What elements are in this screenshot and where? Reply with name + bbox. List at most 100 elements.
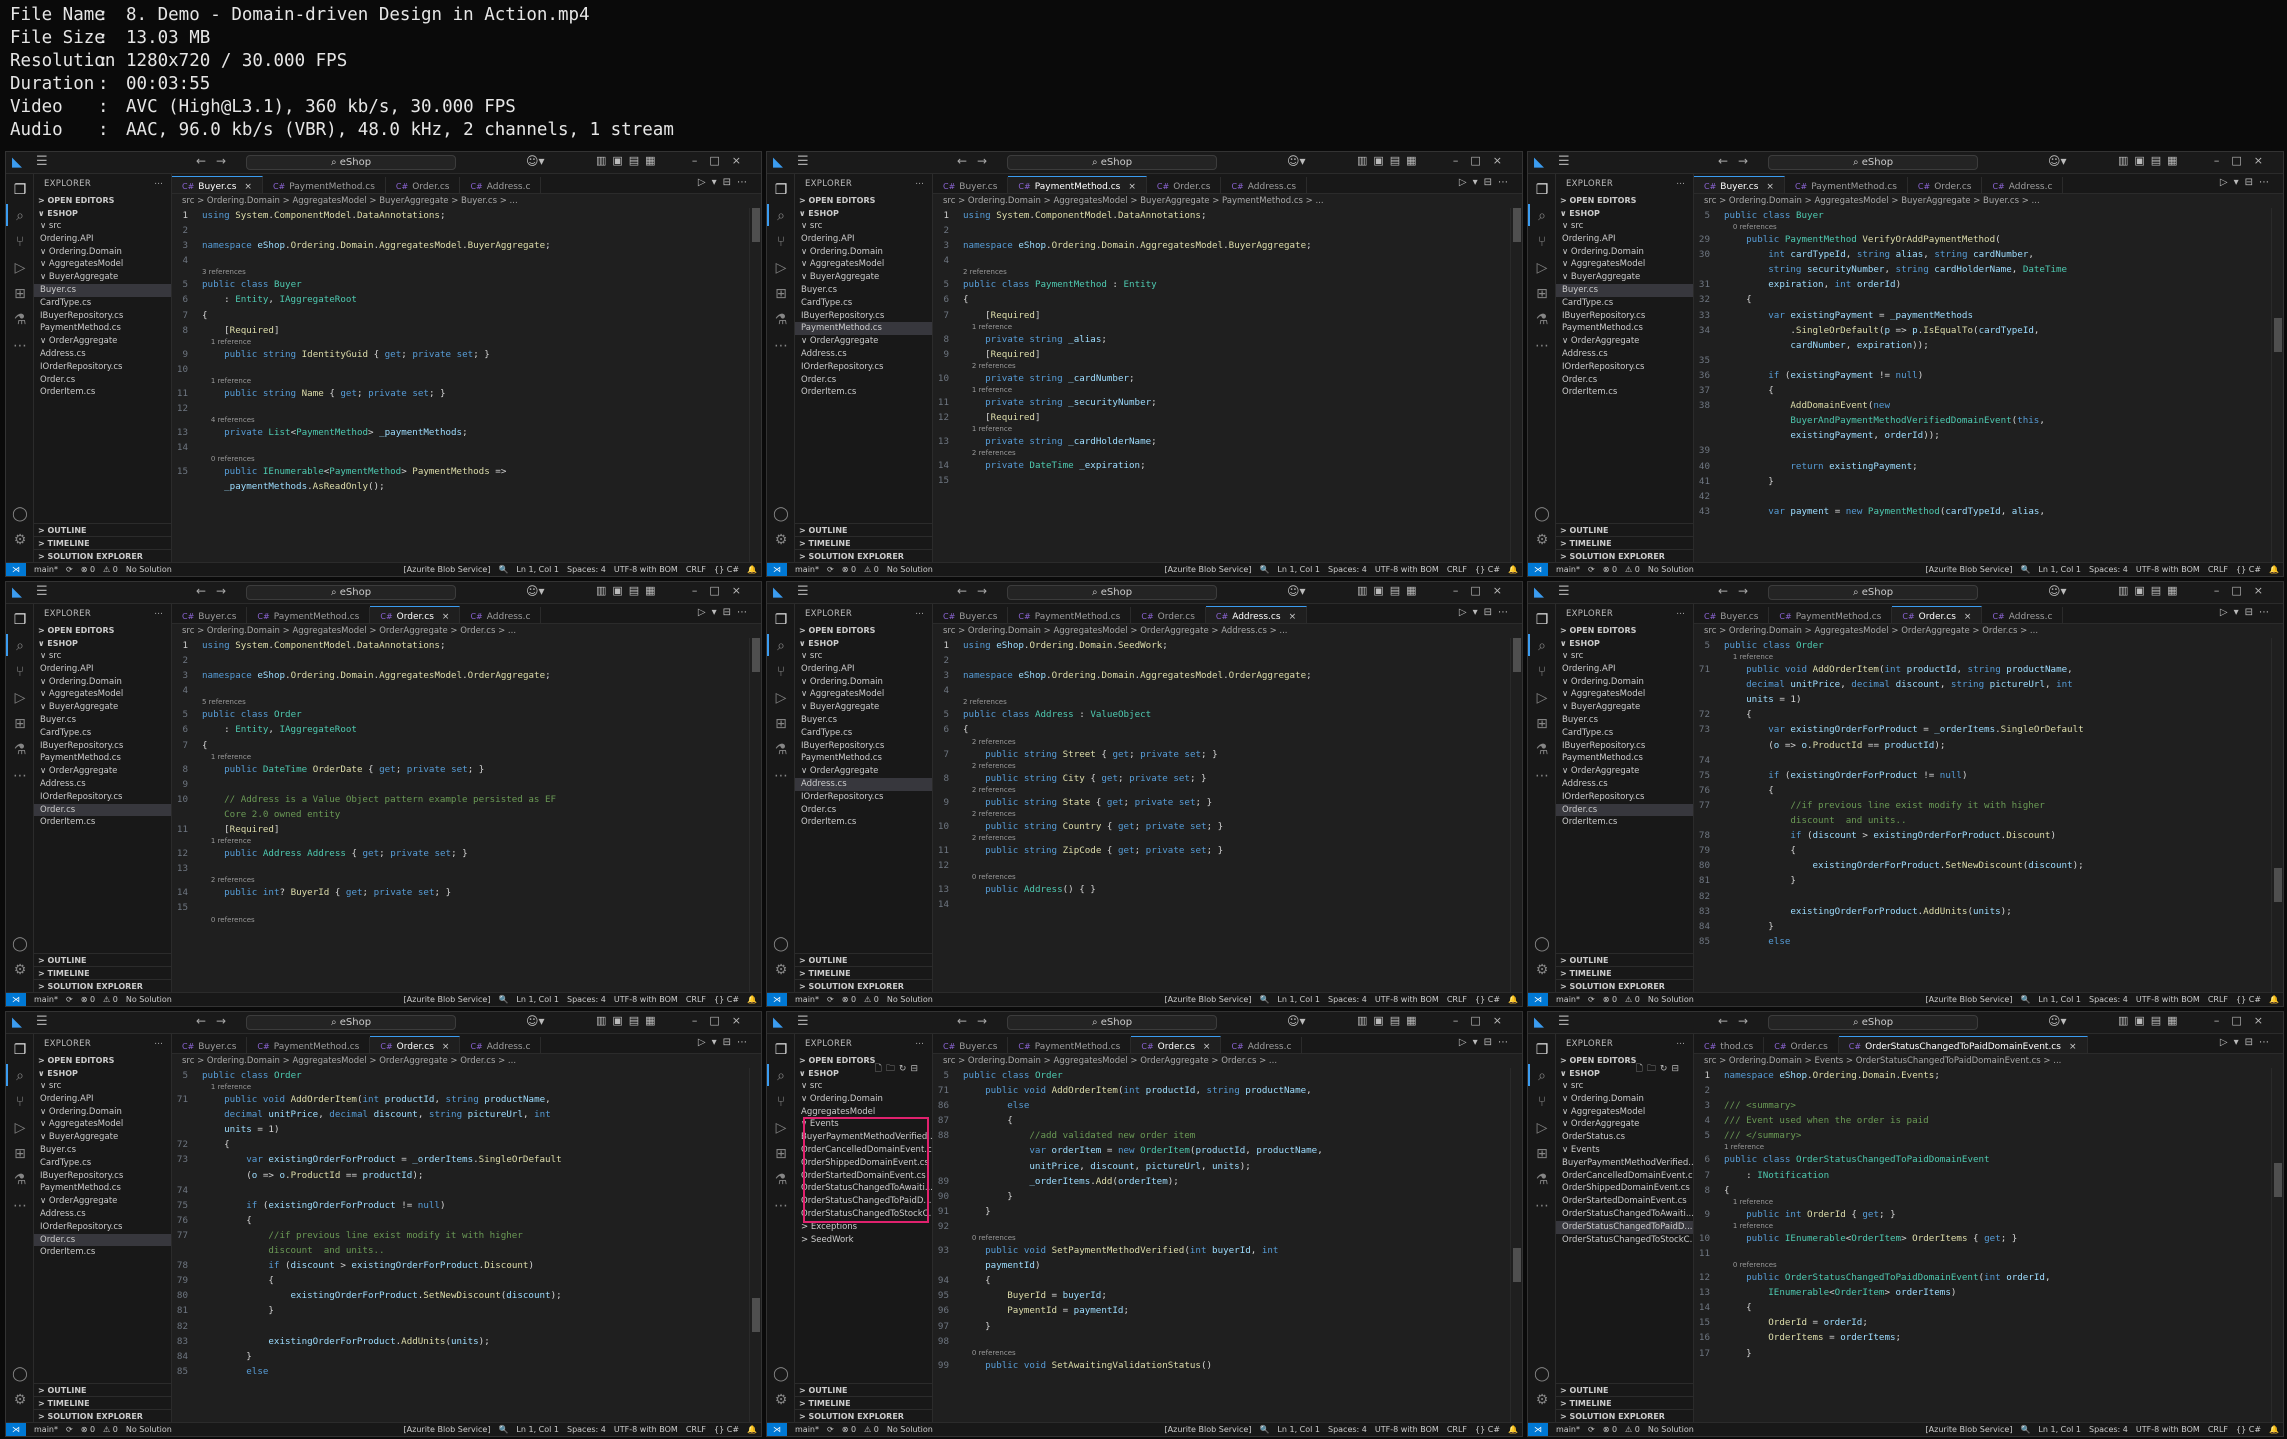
branch-status[interactable]: main* xyxy=(795,563,819,576)
code-line[interactable]: 9 [Required] xyxy=(933,347,1510,362)
codelens-references[interactable]: 1 reference xyxy=(933,386,1510,395)
codelens-references[interactable]: 1 reference xyxy=(1694,1143,2271,1152)
encoding[interactable]: UTF-8 with BOM xyxy=(614,565,678,574)
editor-actions-icon[interactable]: ▷▾⊟⋯ xyxy=(2219,607,2275,618)
tree-item[interactable]: OrderItem.cs xyxy=(1556,386,1693,399)
timeline-section[interactable]: > TIMELINE xyxy=(34,1396,171,1409)
solution-explorer-section[interactable]: > SOLUTION EXPLORER xyxy=(795,549,932,562)
notifications-icon[interactable]: 🔔 xyxy=(1508,995,1518,1004)
breadcrumb[interactable]: src > Ordering.Domain > AggregatesModel … xyxy=(1694,624,2283,638)
outline-section[interactable]: > OUTLINE xyxy=(1556,1383,1693,1396)
layout-controls-icon[interactable]: ▥▣▤▦ xyxy=(2118,1014,2184,1027)
code-line[interactable]: 99 public void SetAwaitingValidationStat… xyxy=(933,1358,1510,1373)
code-line[interactable]: 17 } xyxy=(1694,1346,2271,1361)
code-line[interactable]: 3 namespace eShop.Ordering.Domain.Aggrega… xyxy=(172,238,749,253)
tree-item[interactable]: ∨ BuyerAggregate xyxy=(795,271,932,284)
tree-item[interactable]: PaymentMethod.cs xyxy=(34,752,171,765)
cursor-position[interactable]: Ln 1, Col 1 xyxy=(1277,995,1320,1004)
gear-icon[interactable]: ⚙ xyxy=(773,1392,789,1408)
editor-tab[interactable]: C# PaymentMethod.cs xyxy=(1008,607,1132,623)
open-editors-section[interactable]: > OPEN EDITORS xyxy=(34,194,171,207)
tree-item[interactable]: IOrderRepository.cs xyxy=(34,1221,171,1234)
gear-icon[interactable]: ⚙ xyxy=(12,1392,28,1408)
code-line[interactable]: 12 public Address Address { get; private… xyxy=(172,846,749,861)
tree-item[interactable]: PaymentMethod.cs xyxy=(1556,322,1693,335)
run-debug-icon[interactable]: ▷ xyxy=(12,1120,28,1136)
editor-actions-icon[interactable]: ▷▾⊟⋯ xyxy=(1458,1037,1514,1048)
notifications-icon[interactable]: 🔔 xyxy=(2269,1425,2279,1434)
code-line[interactable]: 2 xyxy=(1694,1083,2271,1098)
code-line[interactable]: 77 //if previous line exist modify it wi… xyxy=(172,1228,749,1243)
code-line[interactable]: 12 [Required] xyxy=(933,410,1510,425)
scrollbar-thumb[interactable] xyxy=(2274,868,2282,902)
warnings-count[interactable]: ⚠ 0 xyxy=(103,563,118,576)
cursor-position[interactable]: Ln 1, Col 1 xyxy=(1277,565,1320,574)
cursor-position[interactable]: Ln 1, Col 1 xyxy=(2038,995,2081,1004)
account-icon[interactable]: ◯ xyxy=(12,1366,28,1382)
outline-section[interactable]: > OUTLINE xyxy=(34,523,171,536)
codelens-references[interactable]: 1 reference xyxy=(933,425,1510,434)
editor-tab[interactable]: C# Order.cs × xyxy=(370,1036,461,1053)
editor-tab[interactable]: C# Address.c xyxy=(1221,1037,1303,1053)
codelens-references[interactable]: 0 references xyxy=(1694,223,2271,232)
editor-tab[interactable]: C# Address.c xyxy=(460,607,542,623)
menu-icon[interactable]: ☰ xyxy=(36,1014,48,1029)
nav-arrows-icon[interactable]: ←→ xyxy=(957,584,997,598)
warnings-count[interactable]: ⚠ 0 xyxy=(864,993,879,1006)
branch-status[interactable]: main* xyxy=(34,1423,58,1436)
editor-tab[interactable]: C# Address.cs xyxy=(1221,177,1308,193)
notifications-icon[interactable]: 🔔 xyxy=(1508,565,1518,574)
editor-tab[interactable]: C# Buyer.cs xyxy=(933,607,1009,623)
editor-tab[interactable]: C# Buyer.cs xyxy=(933,177,1009,193)
tree-item[interactable]: ∨ Ordering.Domain xyxy=(795,1093,932,1106)
zoom-icon[interactable]: 🔍 xyxy=(498,1425,508,1434)
code-line[interactable]: 7 public string Street { get; private se… xyxy=(933,747,1510,762)
editor-scrollbar[interactable] xyxy=(749,638,761,992)
errors-count[interactable]: ⊗ 0 xyxy=(1603,1423,1617,1436)
run-debug-icon[interactable]: ▷ xyxy=(773,1120,789,1136)
code-line[interactable]: 5 public class Order xyxy=(1694,638,2271,653)
code-line[interactable]: 5 public class Order xyxy=(933,1068,1510,1083)
code-line[interactable]: 36 if (existingPayment != null) xyxy=(1694,368,2271,383)
command-center-search[interactable]: ⌕ eShop xyxy=(246,585,456,600)
codelens-references[interactable]: 3 references xyxy=(172,268,749,277)
tree-item[interactable]: Ordering.API xyxy=(795,233,932,246)
editor-scrollbar[interactable] xyxy=(1510,208,1522,562)
code-line[interactable]: 2 xyxy=(172,223,749,238)
code-line[interactable]: 89 _orderItems.Add(orderItem); xyxy=(933,1174,1510,1189)
code-line[interactable]: 86 else xyxy=(933,1098,1510,1113)
tree-item[interactable]: ∨ AggregatesModel xyxy=(1556,258,1693,271)
code-line[interactable]: decimal unitPrice, decimal discount, str… xyxy=(172,1107,749,1122)
tree-item[interactable]: ∨ OrderAggregate xyxy=(34,1195,171,1208)
editor-actions-icon[interactable]: ▷▾⊟⋯ xyxy=(1458,607,1514,618)
tree-item[interactable]: ∨ AggregatesModel xyxy=(34,1118,171,1131)
editor-tab[interactable]: C# Order.cs × xyxy=(370,606,461,623)
tree-item[interactable]: IBuyerRepository.cs xyxy=(795,740,932,753)
more-actions-icon[interactable]: ⋯ xyxy=(154,604,163,624)
sync-icon[interactable]: ⟳ xyxy=(66,1423,73,1436)
scrollbar-thumb[interactable] xyxy=(1513,1248,1521,1282)
tree-item[interactable]: Ordering.API xyxy=(34,1093,171,1106)
timeline-section[interactable]: > TIMELINE xyxy=(795,1396,932,1409)
account-icon[interactable]: ◯ xyxy=(773,936,789,952)
code-line[interactable]: 76 { xyxy=(172,1213,749,1228)
code-line[interactable]: 11 public string Name { get; private set… xyxy=(172,386,749,401)
zoom-icon[interactable]: 🔍 xyxy=(2020,995,2030,1004)
tree-item[interactable]: ∨ BuyerAggregate xyxy=(795,701,932,714)
layout-controls-icon[interactable]: ▥▣▤▦ xyxy=(596,584,662,597)
outline-section[interactable]: > OUTLINE xyxy=(795,953,932,966)
notifications-icon[interactable]: 🔔 xyxy=(2269,995,2279,1004)
tree-item[interactable]: ∨ AggregatesModel xyxy=(34,258,171,271)
files-icon[interactable]: ❐ xyxy=(12,1042,28,1058)
close-icon[interactable]: × xyxy=(244,182,252,192)
line-ending[interactable]: CRLF xyxy=(686,1425,706,1434)
scrollbar-thumb[interactable] xyxy=(1513,638,1521,672)
tree-item[interactable]: CardType.cs xyxy=(795,297,932,310)
tree-item[interactable]: OrderCancelledDomainEvent.cs xyxy=(1556,1170,1693,1183)
editor-tab[interactable]: C# PaymentMethod.cs xyxy=(1008,1037,1132,1053)
window-controls[interactable]: –□× xyxy=(1453,1014,1514,1027)
tree-item[interactable]: ∨ OrderAggregate xyxy=(1556,335,1693,348)
gear-icon[interactable]: ⚙ xyxy=(773,962,789,978)
tree-item[interactable]: ∨ BuyerAggregate xyxy=(34,1131,171,1144)
remote-indicator-icon[interactable]: ⋊ xyxy=(6,563,26,576)
